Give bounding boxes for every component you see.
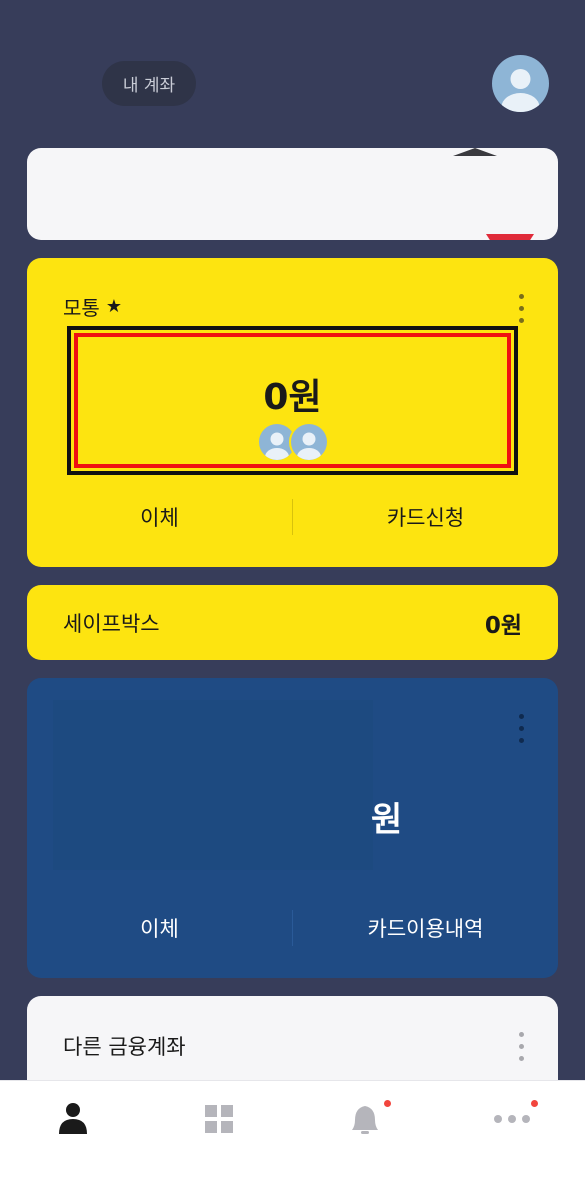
account-balance: 원 <box>371 800 403 840</box>
more-options-icon[interactable] <box>518 1032 524 1061</box>
safebox-label: 세이프박스 <box>63 612 160 636</box>
safebox-card[interactable]: 세이프박스 0원 <box>27 585 558 660</box>
banner-decoration <box>453 148 497 156</box>
more-icon <box>494 1115 530 1123</box>
account-name-label: 모통 <box>63 296 100 320</box>
star-icon: ★ <box>105 296 122 317</box>
person-icon <box>59 1103 87 1134</box>
tab-notifications[interactable] <box>340 1099 391 1139</box>
account-info-panel <box>53 700 373 870</box>
balance-area[interactable]: 0원 <box>67 326 518 475</box>
promo-banner[interactable] <box>27 148 558 240</box>
more-options-icon[interactable] <box>518 714 524 743</box>
tab-services[interactable] <box>194 1099 244 1139</box>
account-actions: 이체 카드이용내역 <box>27 910 558 946</box>
notification-badge <box>531 1100 538 1107</box>
account-balance: 0원 <box>263 377 322 418</box>
transfer-button[interactable]: 이체 <box>27 913 292 943</box>
profile-avatar-icon[interactable] <box>492 55 549 112</box>
bell-icon <box>352 1106 378 1134</box>
account-name: 모통 ★ <box>63 292 122 321</box>
tab-more[interactable] <box>487 1099 538 1139</box>
card-history-button[interactable]: 카드이용내역 <box>293 913 558 943</box>
account-actions: 이체 카드신청 <box>27 499 558 535</box>
my-account-chip[interactable]: 내 계좌 <box>102 61 196 106</box>
notification-badge <box>384 1100 391 1107</box>
member-avatar-icon <box>289 422 329 462</box>
safebox-amount: 0원 <box>484 613 522 639</box>
tab-accounts[interactable] <box>48 1099 98 1139</box>
blue-account-card[interactable]: 원 이체 카드이용내역 <box>27 678 558 978</box>
more-options-icon[interactable] <box>518 294 524 323</box>
bottom-tab-bar <box>0 1080 585 1181</box>
header: 내 계좌 <box>0 0 585 140</box>
other-accounts-label: 다른 금융계좌 <box>63 1035 186 1059</box>
main-account-card[interactable]: 모통 ★ 0원 이체 카드신청 <box>27 258 558 567</box>
banner-decoration <box>486 234 534 240</box>
grid-icon <box>205 1105 233 1133</box>
shared-members <box>257 422 329 462</box>
transfer-button[interactable]: 이체 <box>27 502 292 532</box>
card-apply-button[interactable]: 카드신청 <box>293 502 558 532</box>
